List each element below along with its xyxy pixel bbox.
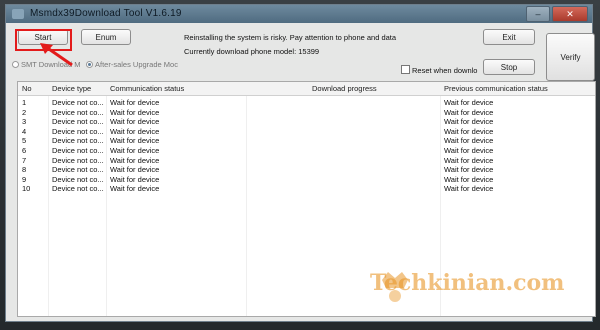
cell-device-type: Device not co... bbox=[52, 155, 104, 165]
cell-previous-status: Wait for device bbox=[444, 117, 494, 127]
radio-after-sales-upgrade[interactable]: After-sales Upgrade Moc bbox=[86, 60, 178, 69]
cell-previous-status: Wait for device bbox=[444, 107, 494, 117]
watermark-text: Techkinian.com bbox=[370, 270, 565, 296]
minimize-button[interactable]: – bbox=[526, 6, 550, 22]
cell-device-type: Device not co... bbox=[52, 165, 104, 175]
table-row[interactable]: 4 Device not co... Wait for device Wait for… bbox=[18, 127, 595, 136]
header-device-type[interactable]: Device type bbox=[52, 84, 91, 93]
cell-previous-status: Wait for device bbox=[444, 136, 494, 146]
cell-device-type: Device not co... bbox=[52, 107, 104, 117]
cell-communication-status: Wait for device bbox=[110, 117, 160, 127]
cell-no: 3 bbox=[22, 117, 27, 127]
header-previous-status[interactable]: Previous communication status bbox=[444, 84, 548, 93]
table-row[interactable]: 3 Device not co... Wait for device Wait for… bbox=[18, 117, 595, 126]
table-row[interactable]: 9 Device not co... Wait for device Wait for… bbox=[18, 175, 595, 184]
cell-communication-status: Wait for device bbox=[110, 174, 160, 184]
table-row[interactable]: 5 Device not co... Wait for device Wait for… bbox=[18, 136, 595, 145]
cell-communication-status: Wait for device bbox=[110, 146, 160, 155]
cell-device-type: Device not co... bbox=[52, 98, 104, 107]
cell-previous-status: Wait for device bbox=[444, 146, 494, 155]
header-download-progress[interactable]: Download progress bbox=[312, 84, 377, 93]
phone-model-text: Currently download phone model: 15399 bbox=[184, 47, 320, 56]
stop-button[interactable]: Stop bbox=[483, 59, 535, 75]
cell-previous-status: Wait for device bbox=[444, 165, 494, 175]
cell-communication-status: Wait for device bbox=[110, 136, 160, 146]
reset-checkbox-label: Reset when downlo bbox=[412, 66, 478, 75]
radio-off-icon bbox=[12, 61, 19, 68]
cell-no: 1 bbox=[22, 98, 27, 107]
header-no[interactable]: No bbox=[22, 84, 32, 93]
cell-no: 4 bbox=[22, 126, 27, 136]
cell-previous-status: Wait for device bbox=[444, 126, 494, 136]
cell-device-type: Device not co... bbox=[52, 184, 104, 194]
radio-on-icon bbox=[86, 61, 93, 68]
table-row[interactable]: 10 Device not co... Wait for device Wait fo… bbox=[18, 184, 595, 193]
cell-previous-status: Wait for device bbox=[444, 98, 494, 107]
cell-device-type: Device not co... bbox=[52, 136, 104, 146]
table-row[interactable]: 6 Device not co... Wait for device Wait for… bbox=[18, 146, 595, 155]
cell-no: 7 bbox=[22, 155, 27, 165]
cell-no: 10 bbox=[22, 184, 31, 194]
table-header: No Device type Communication status Down… bbox=[18, 82, 595, 96]
cell-device-type: Device not co... bbox=[52, 117, 104, 127]
cell-no: 2 bbox=[22, 107, 27, 117]
cell-device-type: Device not co... bbox=[52, 146, 104, 155]
verify-button[interactable]: Verify bbox=[546, 33, 595, 81]
radio-after-sales-label: After-sales Upgrade Moc bbox=[95, 60, 178, 69]
checkbox-icon bbox=[401, 65, 410, 74]
risk-warning-text: Reinstalling the system is risky. Pay at… bbox=[184, 33, 397, 42]
cell-previous-status: Wait for device bbox=[444, 184, 494, 194]
cell-communication-status: Wait for device bbox=[110, 155, 160, 165]
cell-communication-status: Wait for device bbox=[110, 165, 160, 175]
window-title: Msmdx39Download Tool V1.6.19 bbox=[30, 8, 182, 19]
reset-when-download-checkbox[interactable]: Reset when downlo bbox=[401, 65, 477, 75]
cell-communication-status: Wait for device bbox=[110, 184, 160, 194]
cell-device-type: Device not co... bbox=[52, 174, 104, 184]
cell-communication-status: Wait for device bbox=[110, 126, 160, 136]
cell-previous-status: Wait for device bbox=[444, 155, 494, 165]
cell-no: 5 bbox=[22, 136, 27, 146]
cell-no: 9 bbox=[22, 174, 27, 184]
table-row[interactable]: 8 Device not co... Wait for device Wait for… bbox=[18, 165, 595, 174]
cell-communication-status: Wait for device bbox=[110, 98, 160, 107]
app-icon bbox=[12, 9, 24, 19]
cell-no: 6 bbox=[22, 146, 27, 155]
cell-device-type: Device not co... bbox=[52, 126, 104, 136]
cell-communication-status: Wait for device bbox=[110, 107, 160, 117]
cell-previous-status: Wait for device bbox=[444, 174, 494, 184]
enum-button[interactable]: Enum bbox=[81, 29, 131, 45]
table-row[interactable]: 2 Device not co... Wait for device Wait for… bbox=[18, 108, 595, 117]
close-button[interactable]: ✕ bbox=[552, 6, 588, 22]
table-row[interactable]: 1 Device not co... Wait for device Wait for… bbox=[18, 98, 595, 107]
header-communication-status[interactable]: Communication status bbox=[110, 84, 184, 93]
cell-no: 8 bbox=[22, 165, 27, 175]
red-arrow-icon bbox=[40, 43, 73, 67]
exit-button[interactable]: Exit bbox=[483, 29, 535, 45]
title-bar: Msmdx39Download Tool V1.6.19 – ✕ bbox=[6, 5, 592, 23]
table-row[interactable]: 7 Device not co... Wait for device Wait for… bbox=[18, 156, 595, 165]
